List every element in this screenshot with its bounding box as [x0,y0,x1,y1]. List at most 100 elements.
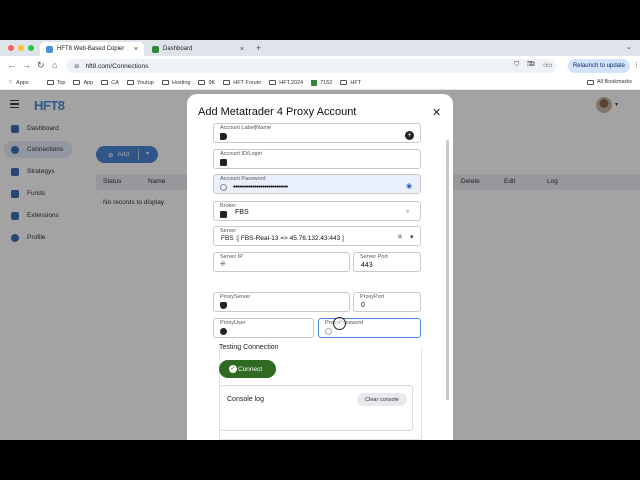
menu-kebab-icon[interactable]: ⋮ [633,61,640,69]
broker-value: FBS [235,209,249,216]
bookmark-label: Hosting [171,79,191,86]
dialog-scrollbar[interactable] [446,140,449,400]
clear-console-label: Clear console [365,396,399,403]
field-label: ProxyServer [220,294,251,300]
proxy-password-field[interactable]: ProxyPassword [318,317,421,338]
server-value: FBS :[ FBS-Real-13 => 45.76.132.43:443 ] [221,235,344,242]
sidebar-icon[interactable]: ▭ [546,61,553,69]
connect-button-label: Connect [238,365,263,373]
bookmark-apps[interactable]: ⁙ Apps [8,79,29,87]
proxy-user-field[interactable]: ProxyUser [213,318,314,338]
testing-connection-title: Testing Connection [219,344,279,351]
folder-icon [161,80,169,85]
extensions-icon[interactable]: ⧉ [530,61,535,69]
tab-title: Dashboard [163,46,193,52]
forward-icon[interactable]: → [22,60,31,70]
bookmarks-bar: ⁙ Apps Top App CA Youtup Hosting 9K HFT F… [0,76,640,90]
tab-hft8-copier[interactable]: HFT8 Web-Based Copier × [40,42,144,56]
tab-bar: HFT8 Web-Based Copier × Dashboard × + ⌄ [0,40,640,56]
bookmark-label: Apps [16,79,29,86]
proxy-port-value: 0 [361,302,365,309]
bookmark-folder[interactable]: App [73,80,93,86]
close-tab-icon[interactable]: × [240,46,244,53]
close-icon[interactable]: ✕ [432,106,441,119]
close-tab-icon[interactable]: × [134,46,138,53]
bookmark-folder[interactable]: HFT.2024 [269,80,303,86]
server-port-field[interactable]: Server Port 443 [353,252,421,272]
bookmark-folder[interactable]: Hosting [161,79,191,86]
hft8-dashboard-favicon [152,45,159,53]
address-bar[interactable]: ⊜ hft8.com/Connections ⚿ ☆ [66,59,556,73]
minimize-window-icon[interactable] [18,45,24,51]
bookmark-folder[interactable]: HFT [340,80,361,86]
tab-title: HFT8 Web-Based Copier [57,46,125,52]
clear-console-button[interactable]: Clear console [357,393,407,406]
apps-grid-icon: ⁙ [8,80,14,86]
bookmark-label: Youtup [136,79,154,86]
search-icon[interactable]: ⌕ [406,209,409,216]
tab-search-chevron-icon[interactable]: ⌄ [626,43,632,51]
url-text: hft8.com/Connections [85,62,149,70]
bookmark-folder[interactable]: HFT Forum [223,80,261,86]
relaunch-button[interactable]: Relaunch to update [568,59,630,73]
bookmark-label: Top [56,79,66,86]
bookmark-7152[interactable]: 7152 [311,79,332,86]
connect-button[interactable]: ✓ Connect [219,360,276,378]
hft8-favicon [46,45,53,53]
password-value: •••••••••••••••••••••••••••• [233,184,288,191]
shield-icon [220,302,227,309]
field-label: Account Password [220,176,266,182]
broker-logo-icon [220,211,227,218]
bookmark-folder[interactable]: 9K [198,80,215,86]
eye-icon[interactable]: ◉ [406,182,412,190]
bookmark-folder[interactable]: CA [101,80,119,86]
reload-icon[interactable]: ↻ [37,60,45,71]
account-password-field[interactable]: Account Password •••••••••••••••••••••••… [213,174,421,194]
clear-icon[interactable]: ✕ [397,233,403,241]
chart-favicon [311,79,318,86]
field-label: Broker [220,203,237,209]
bookmark-label: 9K [208,79,216,86]
console-log-panel: Console log Clear console [219,385,413,431]
id-badge-icon [220,159,227,166]
user-shield-icon [220,328,227,335]
server-port-value: 443 [361,262,373,269]
account-label-field[interactable]: Account Label|Name + [213,123,421,143]
close-window-icon[interactable] [8,45,14,51]
proxy-server-field[interactable]: ProxyServer [213,292,350,312]
new-tab-icon[interactable]: + [256,43,261,53]
field-label: ProxyPort [360,294,385,300]
folder-icon [586,79,594,85]
tag-icon [220,133,227,140]
bookmark-label: App [83,79,94,86]
folder-icon [340,80,348,85]
tab-dashboard[interactable]: Dashboard × [146,42,250,56]
account-id-field[interactable]: Account ID/Login [213,149,421,169]
proxy-port-field[interactable]: ProxyPort 0 [353,292,421,312]
grid-dots-icon: ⁜ [220,261,226,268]
server-ip-field[interactable]: Server IP ⁜ [213,252,350,272]
back-icon[interactable]: ← [7,60,16,70]
maximize-window-icon[interactable] [28,45,34,51]
chevron-down-icon[interactable]: ▾ [410,233,414,241]
shield-extension-icon[interactable]: ⛉ [514,61,519,69]
site-info-icon[interactable]: ⊜ [74,62,79,70]
home-icon[interactable]: ⌂ [52,60,57,70]
broker-field[interactable]: Broker FBS ⌕ [213,201,421,221]
field-label: Account Label|Name [220,125,271,131]
folder-icon [269,80,277,85]
bookmark-folder[interactable]: Top [46,79,66,86]
bookmark-label: CA [111,79,119,86]
folder-icon [198,80,206,85]
bookmark-label: HFT.2024 [279,79,304,86]
folder-icon [126,80,134,85]
bookmark-folder[interactable]: Youtup [126,79,154,86]
all-bookmarks[interactable]: All Bookmarks [586,79,632,85]
browser-toolbar: ← → ↻ ⌂ ⊜ hft8.com/Connections ⚿ ☆ ⛉ ⧉ ▭… [0,56,640,76]
server-select[interactable]: Server FBS :[ FBS-Real-13 => 45.76.132.4… [213,226,421,246]
add-circle-icon[interactable]: + [405,131,414,140]
fingerprint-icon [220,184,227,191]
folder-icon [46,80,54,85]
field-label: Server IP [220,254,243,260]
folder-icon [101,80,109,85]
